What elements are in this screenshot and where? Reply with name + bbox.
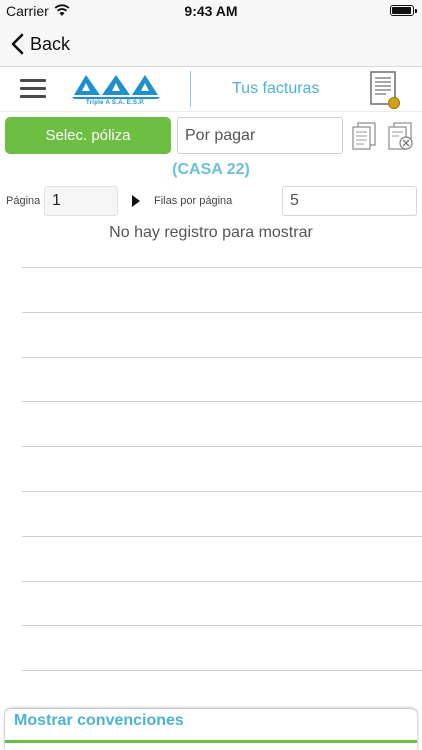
status-bar: Carrier 9:43 AM	[0, 0, 422, 22]
next-page-icon[interactable]	[132, 195, 140, 207]
show-legend-label: Mostrar convenciones	[14, 712, 184, 729]
list-divider	[22, 312, 422, 313]
list-divider	[22, 491, 422, 492]
page-number-input[interactable]: 1	[44, 186, 118, 216]
app-header: Triple A S.A. E.S.P. Tus facturas	[0, 67, 422, 112]
list-divider	[22, 581, 422, 582]
page-title: Tus facturas	[232, 80, 320, 97]
list-divider	[22, 401, 422, 402]
list-divider	[22, 536, 422, 537]
chevron-left-icon	[11, 33, 24, 55]
logo-text: Triple A S.A. E.S.P.	[86, 100, 145, 106]
list-divider	[22, 670, 422, 671]
navigation-bar: Back	[0, 22, 422, 67]
back-button[interactable]: Back	[10, 30, 70, 58]
rows-per-page-label: Filas por página	[154, 195, 233, 207]
menu-icon[interactable]	[20, 79, 46, 99]
page-label: Página	[6, 195, 41, 207]
show-legend-panel[interactable]: Mostrar convenciones	[5, 709, 417, 750]
clock: 9:43 AM	[184, 3, 238, 19]
rows-per-page-input[interactable]: 5	[282, 186, 417, 216]
invoice-status-field[interactable]: Por pagar	[177, 117, 343, 154]
document-copy-icon[interactable]	[351, 121, 377, 151]
account-label: (CASA 22)	[172, 161, 250, 178]
list-divider	[22, 446, 422, 447]
back-label: Back	[30, 33, 71, 54]
header-divider	[190, 71, 191, 107]
document-cancel-icon[interactable]	[387, 121, 413, 151]
invoice-icon[interactable]	[368, 70, 402, 110]
select-policy-button[interactable]: Selec. póliza	[5, 117, 171, 154]
battery-icon	[390, 5, 417, 16]
legend-accent-bar	[5, 740, 417, 743]
list-divider	[22, 267, 422, 268]
list-divider	[22, 357, 422, 358]
list-divider	[22, 625, 422, 626]
empty-list-message: No hay registro para mostrar	[109, 224, 313, 241]
